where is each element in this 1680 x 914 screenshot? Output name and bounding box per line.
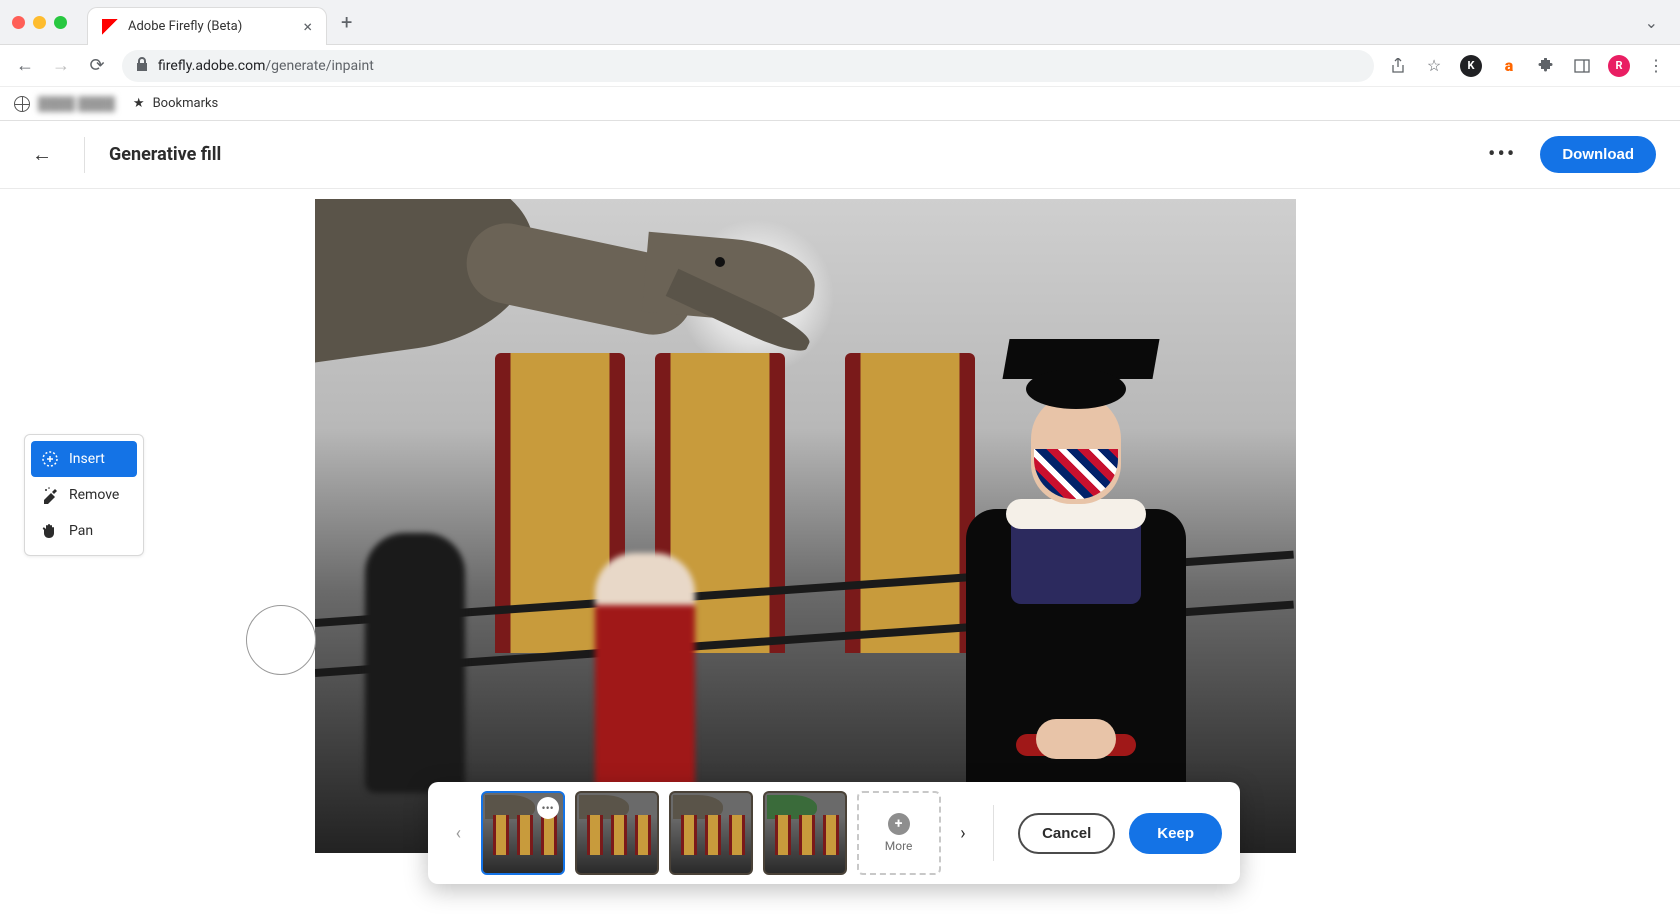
tool-pan-label: Pan bbox=[69, 523, 93, 539]
result-thumb-2[interactable] bbox=[575, 791, 659, 875]
bookmark-item-1[interactable]: ████ ████ bbox=[14, 96, 115, 112]
nav-reload-button[interactable]: ⟳ bbox=[86, 55, 108, 76]
lock-icon bbox=[136, 57, 148, 75]
bookmarks-bar: ████ ████ ★ Bookmarks bbox=[0, 87, 1680, 121]
results-bar: ‹ ••• + bbox=[428, 782, 1240, 884]
remove-icon bbox=[41, 486, 59, 504]
chrome-menu-icon[interactable]: ⋮ bbox=[1646, 56, 1666, 76]
plus-icon: + bbox=[888, 813, 910, 835]
url-actions: ☆ K a R ⋮ bbox=[1388, 55, 1666, 77]
app-back-button[interactable]: ← bbox=[24, 137, 60, 173]
url-bar: ← → ⟳ firefly.adobe.com/generate/inpaint… bbox=[0, 45, 1680, 87]
extension-k-icon[interactable]: K bbox=[1460, 55, 1482, 77]
extensions-icon[interactable] bbox=[1536, 56, 1556, 76]
browser-tab[interactable]: Adobe Firefly (Beta) × bbox=[87, 7, 327, 45]
bookmark-star-icon[interactable]: ☆ bbox=[1424, 56, 1444, 76]
globe-icon bbox=[14, 96, 30, 112]
tab-close-icon[interactable]: × bbox=[303, 17, 312, 36]
url-text: firefly.adobe.com/generate/inpaint bbox=[158, 58, 374, 74]
main-canvas-image[interactable] bbox=[315, 199, 1296, 853]
insert-icon bbox=[41, 450, 59, 468]
results-more-button[interactable]: + More bbox=[857, 791, 941, 875]
window-close[interactable] bbox=[12, 16, 25, 29]
window-minimize[interactable] bbox=[33, 16, 46, 29]
results-thumbnails: ••• + More bbox=[481, 791, 941, 875]
nav-back-button[interactable]: ← bbox=[14, 55, 36, 76]
image-dinosaur bbox=[315, 199, 775, 449]
tool-remove[interactable]: Remove bbox=[31, 477, 137, 513]
tool-insert[interactable]: Insert bbox=[31, 441, 137, 477]
nav-forward-button[interactable]: → bbox=[50, 55, 72, 76]
results-prev-button[interactable]: ‹ bbox=[446, 819, 471, 847]
firefly-favicon bbox=[102, 19, 118, 35]
page-title: Generative fill bbox=[109, 144, 221, 165]
profile-avatar[interactable]: R bbox=[1608, 55, 1630, 77]
header-divider bbox=[84, 137, 85, 173]
extension-a-icon[interactable]: a bbox=[1498, 55, 1520, 77]
results-next-button[interactable]: › bbox=[951, 819, 976, 847]
browser-top-chrome: Adobe Firefly (Beta) × + ⌄ bbox=[0, 0, 1680, 45]
result-thumb-4[interactable] bbox=[763, 791, 847, 875]
image-person-blur bbox=[595, 553, 695, 813]
image-graduate bbox=[916, 339, 1216, 839]
download-button[interactable]: Download bbox=[1540, 136, 1656, 173]
more-options-icon[interactable]: ••• bbox=[1488, 142, 1516, 167]
more-label: More bbox=[885, 839, 913, 853]
address-field[interactable]: firefly.adobe.com/generate/inpaint bbox=[122, 50, 1374, 82]
keep-button[interactable]: Keep bbox=[1129, 813, 1222, 854]
window-controls bbox=[12, 16, 67, 29]
tab-title: Adobe Firefly (Beta) bbox=[128, 19, 293, 34]
brush-cursor bbox=[246, 605, 316, 675]
app-header: ← Generative fill ••• Download bbox=[0, 121, 1680, 189]
bookmark-label-blurred: ████ ████ bbox=[38, 96, 115, 112]
result-thumb-3[interactable] bbox=[669, 791, 753, 875]
loading-icon: ••• bbox=[537, 797, 559, 819]
result-thumb-1[interactable]: ••• bbox=[481, 791, 565, 875]
bookmarks-folder-label: Bookmarks bbox=[153, 96, 219, 111]
tabs-overflow-icon[interactable]: ⌄ bbox=[1645, 13, 1658, 32]
tool-insert-label: Insert bbox=[69, 451, 105, 467]
pan-icon bbox=[41, 522, 59, 540]
tool-remove-label: Remove bbox=[69, 487, 119, 503]
star-icon: ★ bbox=[133, 96, 145, 111]
window-maximize[interactable] bbox=[54, 16, 67, 29]
image-person-blur bbox=[365, 533, 465, 793]
canvas-area: Insert Remove Pan ‹ ••• bbox=[0, 189, 1680, 914]
bookmark-item-bookmarks[interactable]: ★ Bookmarks bbox=[133, 96, 218, 111]
results-actions: Cancel Keep bbox=[1018, 813, 1222, 854]
share-icon[interactable] bbox=[1388, 56, 1408, 76]
new-tab-button[interactable]: + bbox=[341, 10, 352, 34]
results-divider bbox=[993, 805, 994, 861]
tool-pan[interactable]: Pan bbox=[31, 513, 137, 549]
cancel-button[interactable]: Cancel bbox=[1018, 813, 1115, 854]
side-panel-icon[interactable] bbox=[1572, 56, 1592, 76]
tool-palette: Insert Remove Pan bbox=[24, 434, 144, 556]
